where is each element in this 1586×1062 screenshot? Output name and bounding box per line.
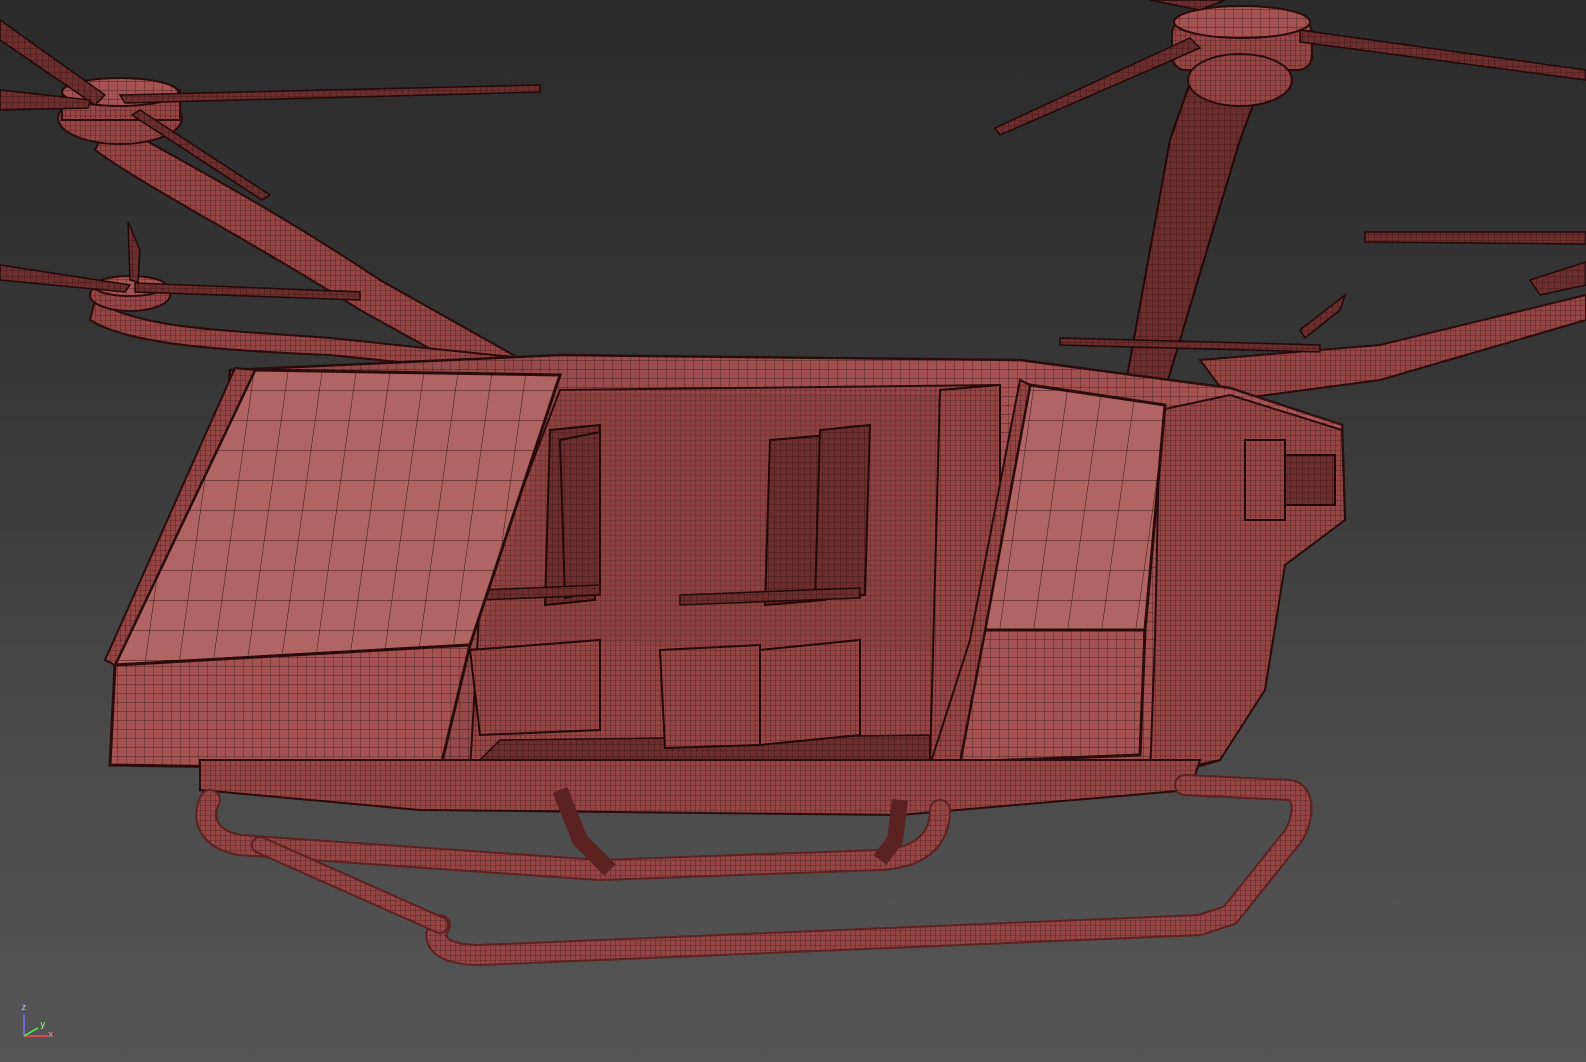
rotor-hub-rear-right[interactable] bbox=[1171, 5, 1313, 107]
3d-viewport[interactable]: z y x bbox=[0, 0, 1586, 1062]
fuselage-underside bbox=[199, 759, 1202, 817]
fuselage-rear-section[interactable] bbox=[1148, 393, 1347, 777]
axis-gizmo: z y x bbox=[14, 1004, 62, 1044]
axis-y-label: y bbox=[40, 1020, 46, 1030]
seat-rear-right[interactable] bbox=[558, 430, 601, 600]
axis-z-label: z bbox=[21, 1003, 27, 1013]
drone-model[interactable] bbox=[0, 0, 1586, 1062]
axis-x-label: x bbox=[48, 1030, 54, 1040]
